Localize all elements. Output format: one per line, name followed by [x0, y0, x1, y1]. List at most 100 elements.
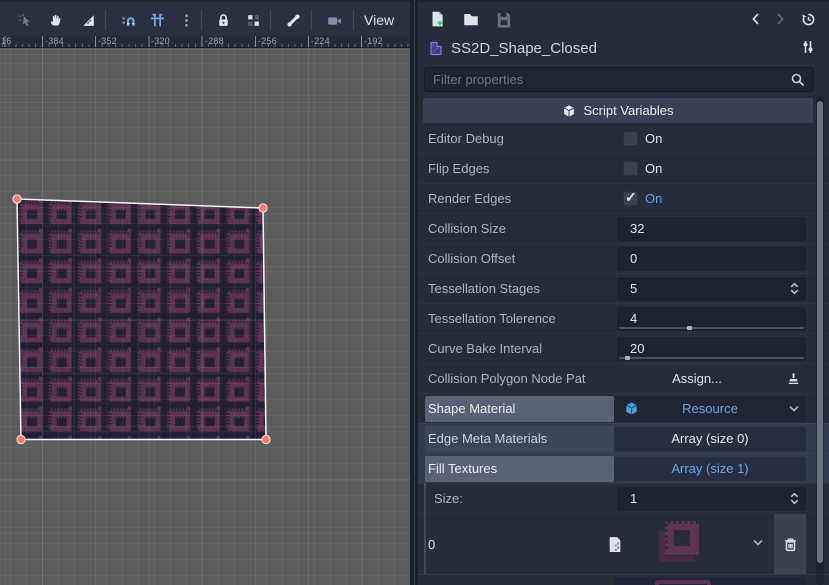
more-options-icon[interactable]	[176, 10, 196, 30]
checkbox[interactable]	[623, 131, 638, 146]
next-row-partial	[418, 574, 829, 585]
ruler-tool-icon[interactable]	[78, 10, 98, 30]
delete-item-button[interactable]	[774, 514, 806, 575]
texture-preview[interactable]	[653, 517, 711, 572]
horizontal-ruler: 16 -384 -352 -320 -288 -256 -224 -192	[0, 36, 410, 48]
toolbar-separator	[311, 10, 312, 30]
checkbox-caption: On	[645, 131, 662, 146]
property-label: Tessellation Tolerence	[428, 311, 617, 326]
property-row-flip-edges: Flip Edges On	[418, 153, 829, 183]
load-resource-icon[interactable]	[461, 9, 481, 29]
snap-options-icon[interactable]	[147, 10, 167, 30]
curve-bake-interval-slider[interactable]: 20	[617, 337, 806, 361]
toolbar-separator	[105, 10, 106, 30]
property-label: Render Edges	[428, 191, 617, 206]
history-back-icon[interactable]	[746, 9, 766, 29]
property-label: Collision Size	[428, 221, 617, 236]
property-row-collision-offset: Collision Offset 0	[418, 243, 829, 273]
property-row-render-edges: Render Edges On	[418, 183, 829, 213]
trash-icon	[782, 536, 799, 553]
property-row-curve-bake-interval: Curve Bake Interval 20	[418, 333, 829, 363]
array-label: Array (size 0)	[671, 431, 748, 446]
resource-picker[interactable]: Resource	[614, 396, 806, 422]
inspector-toolbar	[418, 0, 829, 34]
inspector-panel: SS2D_Shape_Closed Filter properties Scri…	[418, 0, 829, 585]
viewport[interactable]	[0, 48, 410, 585]
next-texture-partial	[655, 580, 711, 585]
ruler-label: -352	[98, 36, 117, 46]
shape-gizmo	[0, 48, 410, 585]
property-label-highlighted: Fill Textures	[425, 456, 614, 482]
tessellation-tolerence-slider[interactable]: 4	[617, 307, 806, 331]
property-label: Editor Debug	[428, 131, 617, 146]
ruler-label: -224	[311, 36, 330, 46]
inspector-scrollbar[interactable]	[816, 96, 824, 585]
property-label: Collision Offset	[428, 251, 617, 266]
property-label: Size:	[428, 491, 617, 506]
array-label: Array (size 1)	[671, 461, 748, 476]
pane-splitter[interactable]	[410, 0, 418, 585]
object-tools-icon[interactable]	[800, 39, 816, 55]
category-script-variables[interactable]: Script Variables	[423, 98, 813, 123]
toolbar-separator	[201, 10, 202, 30]
snap-toggle-icon[interactable]	[118, 10, 138, 30]
bone-icon[interactable]	[283, 10, 303, 30]
view-menu-button[interactable]: View	[358, 8, 400, 32]
property-row-fill-textures: Fill Textures Array (size 1)	[418, 453, 829, 483]
chevron-down-icon[interactable]	[752, 538, 764, 548]
inspected-object-row: SS2D_Shape_Closed	[418, 34, 829, 62]
lock-icon[interactable]	[213, 10, 233, 30]
slider-grabber[interactable]	[687, 326, 692, 330]
property-label: Edge Meta Materials	[425, 426, 614, 452]
property-row-collision-size: Collision Size 32	[418, 213, 829, 243]
slider-track[interactable]	[619, 327, 804, 329]
shape-handles	[13, 195, 270, 444]
toolbar-separator	[353, 10, 354, 30]
scrollbar-thumb[interactable]	[817, 101, 823, 563]
ruler-label: -192	[364, 36, 383, 46]
slider-track[interactable]	[619, 357, 804, 359]
updown-icon[interactable]	[787, 281, 802, 296]
property-row-shape-material: Shape Material Resource	[418, 393, 829, 423]
checkbox-caption: On	[645, 191, 662, 206]
selection-tool-icon[interactable]	[15, 10, 35, 30]
field-value: 1	[630, 491, 637, 506]
chevron-down-icon[interactable]	[788, 404, 800, 414]
collision-size-field[interactable]: 32	[617, 217, 806, 241]
array-size-field[interactable]: 1	[617, 487, 806, 511]
ruler-label: -384	[45, 36, 64, 46]
tessellation-stages-field[interactable]: 5	[617, 277, 806, 301]
assign-label: Assign...	[672, 371, 722, 386]
array-item-row-0: 0	[418, 513, 829, 574]
history-icon[interactable]	[798, 9, 818, 29]
field-value: 20	[630, 341, 644, 356]
pan-tool-icon[interactable]	[46, 10, 66, 30]
image-icon	[608, 536, 622, 553]
checkbox[interactable]	[623, 161, 638, 176]
new-resource-icon[interactable]	[427, 9, 447, 29]
property-row-tessellation-stages: Tessellation Stages 5	[418, 273, 829, 303]
updown-icon[interactable]	[787, 491, 802, 506]
property-label: Flip Edges	[428, 161, 617, 176]
property-row-tessellation-tolerence: Tessellation Tolerence 4	[418, 303, 829, 333]
field-value: 4	[630, 311, 637, 326]
assign-button[interactable]: Assign...	[617, 367, 777, 391]
camera-preview-icon[interactable]	[324, 10, 344, 30]
ruler-label: -320	[151, 36, 170, 46]
property-row-collision-polygon-node-path: Collision Polygon Node Pat Assign...	[418, 363, 829, 393]
ruler-label: 16	[1, 36, 11, 46]
fill-textures-array-button[interactable]: Array (size 1)	[614, 457, 806, 481]
edge-meta-materials-array-button[interactable]: Array (size 0)	[614, 427, 806, 451]
filter-placeholder: Filter properties	[433, 72, 523, 87]
pick-node-button[interactable]	[780, 367, 806, 391]
next-field-partial	[615, 577, 806, 585]
array-indent-line	[424, 483, 426, 574]
slider-grabber[interactable]	[625, 356, 630, 360]
history-forward-icon[interactable]	[770, 9, 790, 29]
collision-offset-field[interactable]: 0	[617, 247, 806, 271]
filter-properties-input[interactable]: Filter properties	[424, 67, 814, 92]
save-resource-icon[interactable]	[494, 9, 514, 29]
group-icon[interactable]	[243, 10, 263, 30]
checkbox-checked[interactable]	[623, 191, 638, 206]
object-title: SS2D_Shape_Closed	[451, 40, 597, 57]
